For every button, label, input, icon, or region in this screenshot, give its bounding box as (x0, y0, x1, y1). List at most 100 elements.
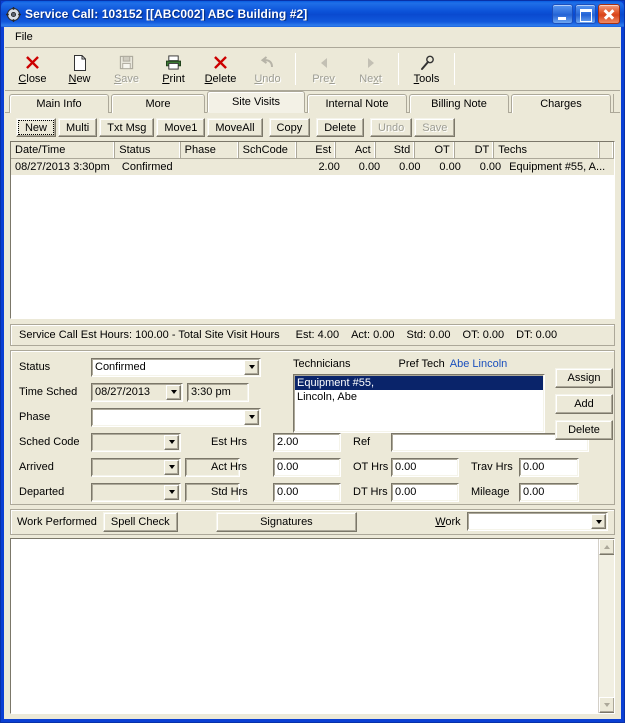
button-label: MoveAll (215, 121, 255, 134)
technician-buttons: Assign Add Delete (555, 367, 617, 446)
minimize-button[interactable] (552, 4, 573, 24)
cell-techs: Equipment #55, A... (509, 161, 606, 173)
close-window-button[interactable] (598, 4, 620, 24)
column-header-phase[interactable]: Phase (181, 142, 239, 158)
client-area: File Close New Save Print Delete Undo Pr… (4, 27, 621, 719)
list-item[interactable]: Equipment #55, (295, 375, 543, 390)
phase-dropdown[interactable] (91, 407, 261, 427)
toolbar-tools-button[interactable]: Tools (403, 51, 450, 89)
delete-technician-button[interactable]: Delete (555, 419, 613, 440)
toolbar-print-button[interactable]: Print (150, 51, 197, 89)
tab-site-visits[interactable]: Site Visits (207, 91, 305, 113)
toolbar-prev-label: Prev (312, 73, 335, 85)
toolbar-close-button[interactable]: Close (9, 51, 56, 89)
menu-item-file[interactable]: File (8, 29, 40, 47)
red-x-icon (9, 53, 56, 72)
phase-value[interactable] (91, 407, 261, 427)
arrived-dropdown[interactable] (91, 457, 181, 477)
departed-label: Departed (19, 486, 65, 498)
column-header-techs[interactable]: Techs (494, 142, 601, 158)
est-hrs-field[interactable]: 2.00 (273, 432, 341, 452)
time-sched-date-picker[interactable]: 08/27/2013 (91, 382, 183, 402)
column-header-std[interactable]: Std (376, 142, 416, 158)
tab-more[interactable]: More (111, 94, 205, 113)
work-dropdown[interactable] (466, 512, 608, 531)
table-row[interactable]: 08/27/2013 3:30pm Confirmed 2.00 0.00 0.… (11, 159, 614, 175)
scroll-up-icon[interactable] (599, 538, 614, 555)
cell-est: 2.00 (318, 161, 340, 173)
button-label: Move1 (164, 121, 198, 134)
std-hrs-row: Std Hrs 0.00 DT Hrs 0.00 Mileage 0.00 (211, 482, 589, 502)
trav-hrs-label: Trav Hrs (471, 461, 513, 473)
list-item[interactable]: Lincoln, Abe (295, 390, 543, 404)
chevron-down-icon[interactable] (164, 484, 179, 500)
status-dropdown[interactable]: Confirmed (91, 357, 261, 377)
chevron-down-icon[interactable] (244, 359, 259, 375)
column-header-dt[interactable]: DT (455, 142, 495, 158)
gear-icon (5, 6, 21, 22)
toolbar-delete-button[interactable]: Delete (197, 51, 244, 89)
time-sched-time-value[interactable]: 3:30 pm (187, 382, 249, 402)
txt-msg-button[interactable]: Txt Msg (99, 118, 155, 137)
sched-code-dropdown[interactable] (91, 432, 181, 452)
trav-hrs-field[interactable]: 0.00 (519, 457, 579, 477)
cell-status: Confirmed (121, 161, 173, 173)
wrench-icon (403, 53, 450, 72)
tab-main-info[interactable]: Main Info (9, 94, 109, 113)
mileage-field[interactable]: 0.00 (519, 482, 579, 502)
toolbar-separator (454, 53, 455, 85)
cell-act: 0.00 (358, 161, 381, 173)
work-value[interactable] (466, 512, 608, 531)
tab-charges[interactable]: Charges (511, 94, 611, 113)
multi-button[interactable]: Multi (58, 118, 98, 137)
button-label: Undo (378, 121, 405, 134)
work-performed-bar: Work Performed Spell Check Signatures Wo… (10, 508, 615, 535)
chevron-down-icon[interactable] (591, 514, 606, 529)
tab-internal-note[interactable]: Internal Note (307, 94, 407, 113)
toolbar-save-button: Save (103, 51, 150, 89)
std-hrs-field[interactable]: 0.00 (273, 482, 341, 502)
column-header-schcode[interactable]: SchCode (239, 142, 297, 158)
ot-hrs-field[interactable]: 0.00 (391, 457, 459, 477)
column-header-act[interactable]: Act (336, 142, 376, 158)
site-visits-grid[interactable]: Date/Time Status Phase SchCode Est Act S… (10, 141, 615, 319)
technicians-list[interactable]: Equipment #55, Lincoln, Abe (293, 373, 545, 433)
chevron-down-icon[interactable] (244, 409, 259, 425)
chevron-down-icon[interactable] (164, 434, 179, 450)
tab-label: Main Info (36, 98, 82, 110)
dt-hrs-field[interactable]: 0.00 (391, 482, 459, 502)
work-performed-textarea[interactable] (10, 537, 615, 714)
page-icon (56, 53, 103, 72)
move-all-button[interactable]: MoveAll (207, 118, 263, 137)
button-label: Signatures (260, 515, 313, 528)
copy-button[interactable]: Copy (268, 118, 311, 137)
signatures-button[interactable]: Signatures (215, 511, 358, 532)
vertical-scrollbar[interactable] (598, 538, 614, 713)
work-performed-text[interactable] (11, 538, 598, 713)
tab-billing-note[interactable]: Billing Note (409, 94, 509, 113)
toolbar-new-button[interactable]: New (56, 51, 103, 89)
chevron-down-icon[interactable] (164, 459, 179, 475)
move1-button[interactable]: Move1 (156, 118, 206, 137)
departed-dropdown[interactable] (91, 482, 181, 502)
new-site-visit-button[interactable]: New (16, 118, 56, 137)
status-value[interactable]: Confirmed (91, 357, 261, 377)
chevron-down-icon[interactable] (166, 384, 181, 400)
maximize-button[interactable] (575, 4, 596, 24)
printer-icon (150, 53, 197, 72)
delete-site-visit-button[interactable]: Delete (316, 118, 364, 137)
est-hrs-label: Est Hrs (211, 436, 248, 448)
assign-technician-button[interactable]: Assign (555, 367, 613, 388)
column-header-date-time[interactable]: Date/Time (11, 142, 116, 158)
scroll-down-icon[interactable] (599, 697, 614, 713)
summary-act: Act: 0.00 (351, 328, 395, 341)
dt-hrs-label: DT Hrs (353, 486, 388, 498)
spell-check-button[interactable]: Spell Check (102, 511, 178, 532)
button-label: Multi (66, 121, 90, 134)
act-hrs-field[interactable]: 0.00 (273, 457, 341, 477)
column-header-est[interactable]: Est (297, 142, 337, 158)
add-technician-button[interactable]: Add (555, 393, 613, 414)
pref-tech-name[interactable]: Abe Lincoln (450, 358, 508, 370)
column-header-status[interactable]: Status (115, 142, 181, 158)
column-header-ot[interactable]: OT (415, 142, 455, 158)
